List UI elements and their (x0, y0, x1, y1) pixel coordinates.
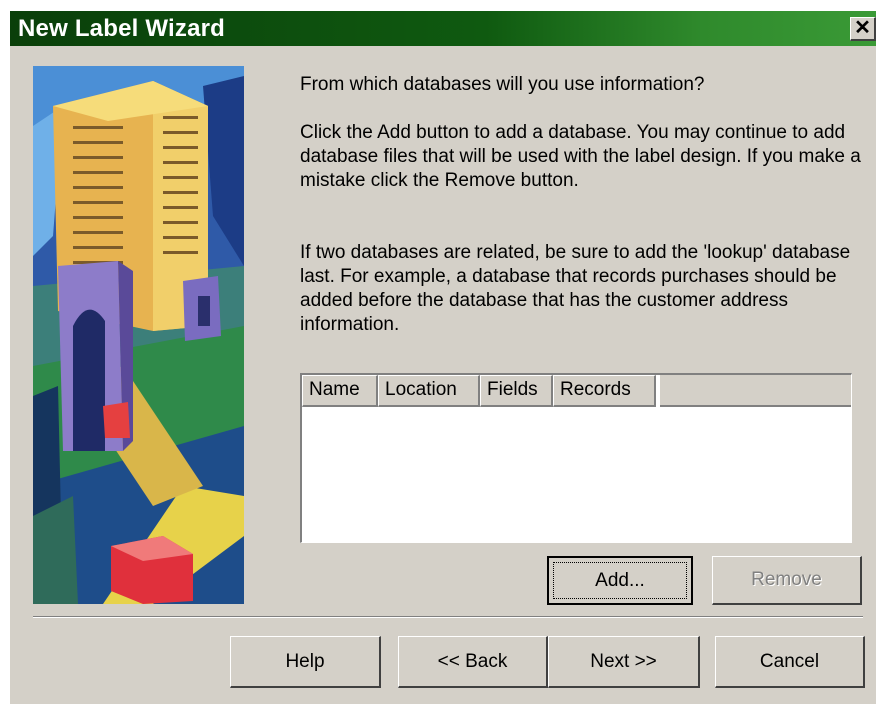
remove-button-label: Remove (751, 569, 822, 590)
list-header-filler (660, 375, 851, 407)
add-button[interactable]: Add... (547, 556, 693, 605)
wizard-illustration (33, 66, 244, 604)
column-header-records[interactable]: Records (553, 375, 656, 407)
next-button[interactable]: Next >> (548, 636, 700, 688)
title-bar[interactable]: New Label Wizard ✕ (10, 11, 876, 46)
column-header-name[interactable]: Name (302, 375, 378, 407)
help-button[interactable]: Help (230, 636, 381, 688)
close-button[interactable]: ✕ (850, 17, 876, 41)
database-list[interactable]: Name Location Fields Records (300, 373, 852, 543)
column-header-fields[interactable]: Fields (480, 375, 553, 407)
intro-question: From which databases will you use inform… (300, 74, 705, 95)
back-button-label: << Back (437, 651, 508, 672)
next-button-label: Next >> (590, 651, 657, 672)
list-header: Name Location Fields Records (302, 375, 656, 407)
window-title: New Label Wizard (18, 15, 226, 42)
separator (33, 616, 863, 618)
cancel-button-label: Cancel (759, 651, 820, 672)
lookup-note: If two databases are related, be sure to… (300, 242, 851, 335)
close-icon: ✕ (854, 17, 871, 39)
wizard-dialog: New Label Wizard ✕ From which databases … (10, 11, 876, 704)
remove-button[interactable]: Remove (712, 556, 862, 605)
help-button-label: Help (285, 651, 325, 672)
column-header-location[interactable]: Location (378, 375, 480, 407)
intro-instructions: Click the Add button to add a database. … (300, 122, 861, 191)
back-button[interactable]: << Back (398, 636, 548, 688)
cancel-button[interactable]: Cancel (715, 636, 865, 688)
